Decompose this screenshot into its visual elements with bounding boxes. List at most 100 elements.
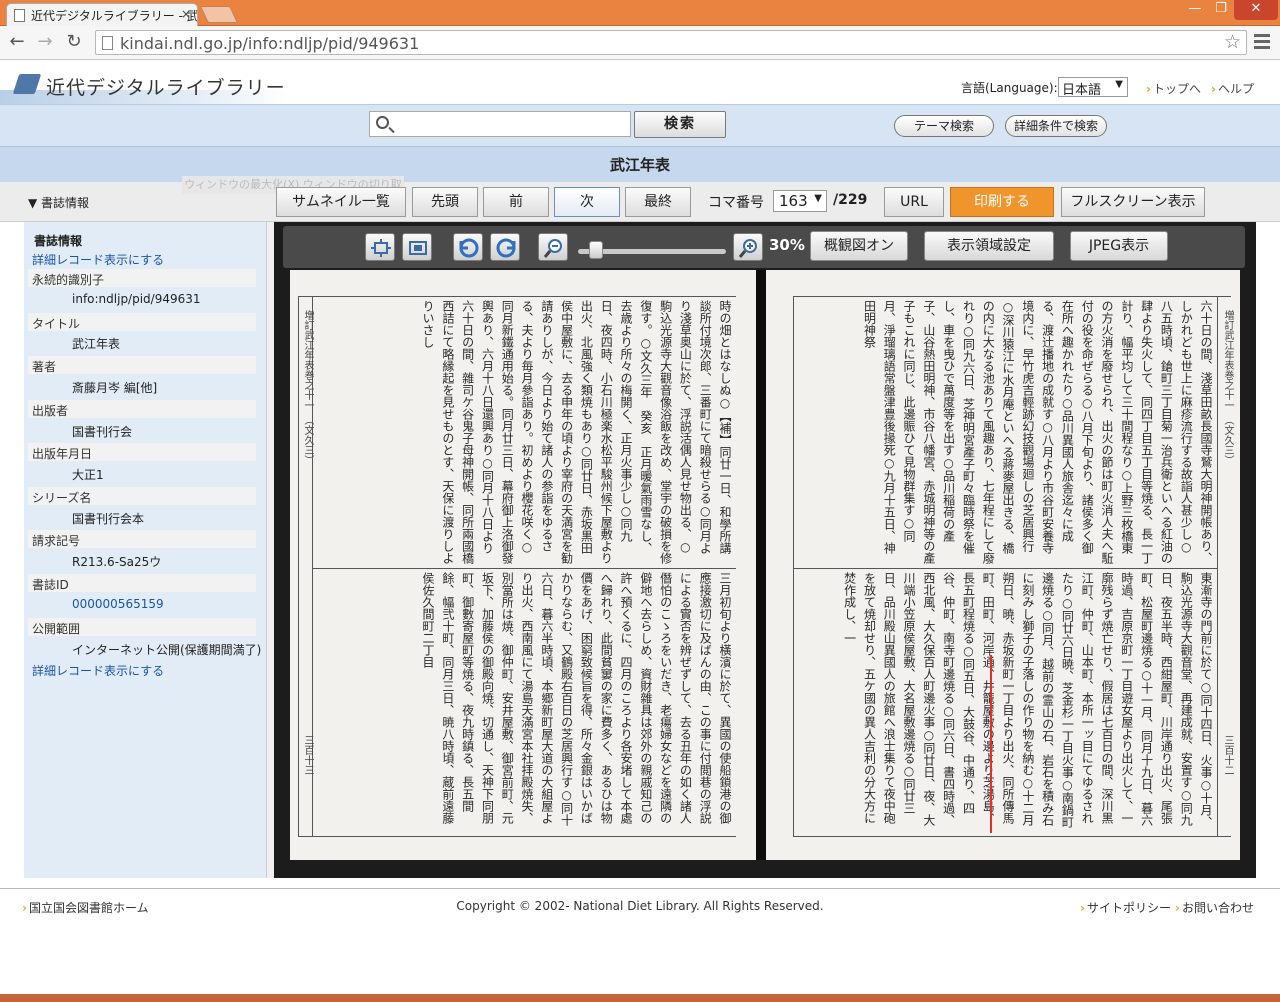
chevron-right-icon: › (1211, 82, 1216, 96)
url-button[interactable]: URL (884, 187, 944, 217)
zoom-level: 30% (769, 236, 805, 254)
field-label: 永続的識別子 (28, 269, 256, 287)
bib-id-link[interactable]: 000000565159 (72, 597, 164, 611)
page-title: 武江年表 (609, 156, 670, 174)
browser-menu-icon[interactable] (1254, 31, 1270, 53)
chevron-right-icon: › (1146, 82, 1151, 96)
zoom-out-icon[interactable] (538, 233, 568, 261)
page-border (298, 296, 736, 297)
window-maximize-button[interactable]: ❐ (1208, 0, 1234, 20)
page-text-upper: 時の畑とはなしぬ○【補】同廿一日、和學所講談所付境次郎、三番町にて暗殺せらる○同… (421, 300, 732, 564)
page-icon (102, 36, 113, 50)
fit-page-icon[interactable] (365, 233, 395, 261)
frame-number-select[interactable]: 163 ▼ (773, 190, 827, 212)
rotate-left-icon[interactable] (453, 233, 483, 261)
print-button[interactable]: 印刷する (950, 187, 1054, 217)
rotate-right-icon[interactable] (490, 233, 520, 261)
field-label: 書誌ID (28, 574, 256, 592)
running-header: 増訂武江年表巻之十一 （文久三） (302, 310, 313, 465)
search-button[interactable]: 検索 (634, 111, 726, 138)
site-logo[interactable]: 近代デジタルライブラリー (46, 73, 286, 100)
forward-arrow-icon[interactable]: → (33, 31, 57, 52)
page-border (298, 296, 299, 836)
os-taskbar (0, 994, 1280, 1002)
page-border (793, 296, 1231, 297)
zoom-slider-handle[interactable] (589, 241, 603, 259)
detail-record-link[interactable]: 詳細レコード表示にする (32, 251, 164, 268)
page-text-lower: 東漸寺の門前に於て○同十四日、火事○十月、駒込光源寺大觀音堂、再建成就、安置す○… (842, 572, 1213, 828)
language-value: 日本語 (1062, 83, 1102, 98)
column-divider (312, 568, 736, 569)
field-value: 国書刊行会本 (72, 512, 145, 526)
red-annotation-mark (990, 655, 992, 833)
window-minimize-button[interactable]: — (1182, 0, 1208, 20)
column-divider (793, 568, 1217, 569)
bib-info-toggle[interactable]: ▼ 書誌情報 (28, 194, 89, 211)
help-link[interactable]: › ヘルプ (1211, 80, 1254, 97)
search-icon (376, 116, 389, 129)
field-value: 国書刊行会 (72, 425, 133, 439)
field-label: 出版年月日 (28, 443, 256, 461)
frame-number-value: 163 (779, 192, 808, 210)
field-value: info:ndljp/pid/949631 (72, 292, 201, 306)
theme-search-button[interactable]: テーマ検索 (894, 115, 994, 137)
help-link-label: ヘルプ (1217, 82, 1254, 96)
page-text-lower: 三月初旬より橫濱に於て、異國の使船鎖港の御應接激切に及ばんの由、この事に付閲巷の… (421, 572, 732, 826)
zoom-in-icon[interactable] (733, 233, 763, 261)
fit-width-icon[interactable] (402, 233, 432, 261)
reload-icon[interactable]: ↻ (62, 31, 86, 52)
page-text-upper: 六十日の間、淺草田畝長國寺鷲大明神開帳あり、しかれども世上に麻疹流行する故詣人甚… (862, 300, 1213, 564)
field-label: タイトル (28, 313, 256, 331)
advanced-search-button[interactable]: 詳細条件で検索 (1005, 115, 1107, 137)
field-label: 請求記号 (28, 530, 256, 548)
first-page-button[interactable]: 先頭 (412, 187, 478, 217)
tab-title: 近代デジタルライブラリー - 武 (31, 9, 198, 23)
overview-toggle-button[interactable]: 概観図オン (810, 231, 908, 261)
field-label: 著者 (28, 356, 256, 374)
back-arrow-icon[interactable]: ← (5, 31, 29, 52)
bib-info-heading: 書誌情報 (34, 234, 83, 248)
prev-page-button[interactable]: 前 (483, 187, 549, 217)
dropdown-arrow-icon: ▼ (1115, 79, 1123, 90)
field-value: インターネット公開(保護期間満了) (72, 643, 262, 657)
book-gutter (756, 270, 766, 860)
top-link[interactable]: › トップへ (1146, 80, 1201, 97)
frame-total: /229 (833, 192, 868, 208)
footer-divider (0, 888, 1280, 889)
search-input[interactable] (369, 111, 631, 137)
last-page-button[interactable]: 最終 (625, 187, 691, 217)
display-area-button[interactable]: 表示領域設定 (924, 231, 1054, 261)
contact-label: お問い合わせ (1181, 901, 1254, 915)
site-policy-link[interactable]: › サイトポリシー (1080, 899, 1171, 916)
chevron-right-icon: › (1080, 901, 1085, 915)
language-select[interactable]: 日本語 ▼ (1058, 77, 1128, 98)
field-label: 公開範囲 (28, 618, 256, 636)
detail-record-link-bottom[interactable]: 詳細レコード表示にする (32, 662, 164, 679)
page-border (298, 836, 736, 837)
site-policy-label: サイトポリシー (1086, 901, 1171, 915)
jpeg-view-button[interactable]: JPEG表示 (1070, 231, 1168, 261)
page-number: 三百十三 (302, 735, 313, 775)
chevron-right-icon: › (1175, 901, 1180, 915)
sidebar-splitter[interactable] (266, 222, 274, 878)
contact-link[interactable]: › お問い合わせ (1175, 899, 1254, 916)
field-value: 武江年表 (72, 337, 121, 351)
page-number: 三百十二 (1222, 735, 1233, 775)
address-bar[interactable]: kindai.ndl.go.jp/info:ndljp/pid/949631 ☆ (95, 30, 1247, 55)
page-border (793, 836, 1231, 837)
fullscreen-button[interactable]: フルスクリーン表示 (1061, 187, 1205, 217)
address-url: kindai.ndl.go.jp/info:ndljp/pid/949631 (120, 34, 420, 53)
browser-tab[interactable]: 近代デジタルライブラリー - 武 × (6, 3, 198, 26)
field-label: 出版者 (28, 400, 256, 418)
thumbnail-list-button[interactable]: サムネイル一覧 (276, 187, 406, 217)
page-favicon-icon (14, 9, 25, 22)
bookmark-star-icon[interactable]: ☆ (1224, 31, 1241, 53)
frame-number-label: コマ番号 (708, 195, 764, 211)
dropdown-arrow-icon: ▼ (814, 193, 822, 204)
running-header: 増訂武江年表巻之十一 （文久三） (1222, 310, 1233, 465)
field-value: 斎藤月岑 編[他] (72, 381, 158, 395)
tab-close-icon[interactable]: × (181, 7, 191, 21)
next-page-button[interactable]: 次 (554, 187, 620, 217)
language-label: 言語(Language): (961, 81, 1058, 95)
window-close-button[interactable]: ✕ (1234, 0, 1278, 20)
